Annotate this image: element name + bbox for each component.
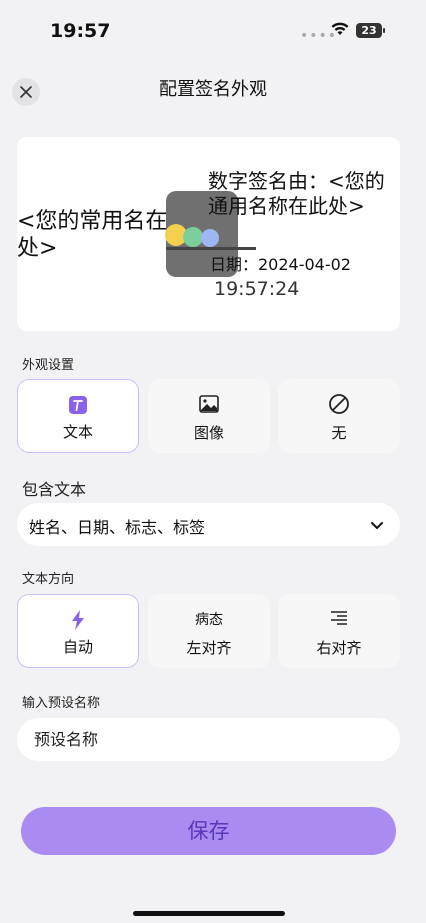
direction-option-label: 自动 bbox=[62, 638, 93, 656]
preset-name-label: 输入预设名称 bbox=[22, 696, 101, 711]
preset-name-input[interactable] bbox=[17, 718, 400, 761]
appearance-label: 外观设置 bbox=[22, 358, 75, 373]
direction-option-label: 左对齐 bbox=[186, 639, 232, 657]
close-icon bbox=[20, 86, 32, 98]
direction-option-right[interactable]: 右对齐 bbox=[278, 594, 400, 668]
appearance-option-label: 无 bbox=[331, 424, 347, 442]
close-button[interactable] bbox=[12, 78, 40, 106]
page-title: 配置签名外观 bbox=[159, 79, 267, 100]
none-icon bbox=[329, 394, 349, 414]
preview-signed-by: 数字签名由：<您的通用名称在此处> bbox=[208, 169, 385, 218]
appearance-option-text[interactable]: 文本 bbox=[17, 379, 139, 453]
align-right-icon bbox=[331, 611, 347, 625]
logo-dot-blue bbox=[201, 229, 219, 247]
include-text-label: 包含文本 bbox=[22, 480, 87, 499]
appearance-option-image[interactable]: 图像 bbox=[148, 379, 270, 453]
direction-option-left[interactable]: 病态 左对齐 bbox=[148, 594, 270, 668]
logo-dot-green bbox=[183, 227, 203, 247]
text-direction-label: 文本方向 bbox=[22, 572, 75, 587]
appearance-option-label: 文本 bbox=[62, 423, 93, 441]
status-time: 19:57 bbox=[50, 20, 111, 42]
direction-option-label: 右对齐 bbox=[316, 639, 362, 657]
direction-option-auto[interactable]: 自动 bbox=[17, 594, 139, 668]
app-logo-base bbox=[166, 247, 256, 250]
home-indicator bbox=[133, 911, 285, 916]
appearance-option-none[interactable]: 无 bbox=[278, 379, 400, 453]
image-icon bbox=[199, 395, 219, 413]
direction-left-icon-text: 病态 bbox=[195, 612, 223, 628]
signature-preview: <您的常用名在此处> 数字签名由：<您的通用名称在此处> 日期：2024-04-… bbox=[17, 137, 400, 331]
battery-icon: 23 bbox=[356, 23, 382, 38]
wifi-icon bbox=[330, 21, 350, 41]
preview-date: 日期：2024-04-02 bbox=[210, 255, 351, 274]
save-button[interactable]: 保存 bbox=[21, 807, 396, 855]
include-text-dropdown[interactable]: 姓名、日期、标志、标签 bbox=[17, 503, 400, 546]
auto-icon bbox=[72, 610, 84, 630]
include-text-value: 姓名、日期、标志、标签 bbox=[29, 518, 206, 537]
battery-cap bbox=[383, 28, 385, 33]
preview-time: 19:57:24 bbox=[214, 278, 300, 300]
chevron-down-icon bbox=[370, 517, 384, 536]
appearance-option-label: 图像 bbox=[193, 424, 224, 442]
text-icon bbox=[69, 396, 87, 414]
